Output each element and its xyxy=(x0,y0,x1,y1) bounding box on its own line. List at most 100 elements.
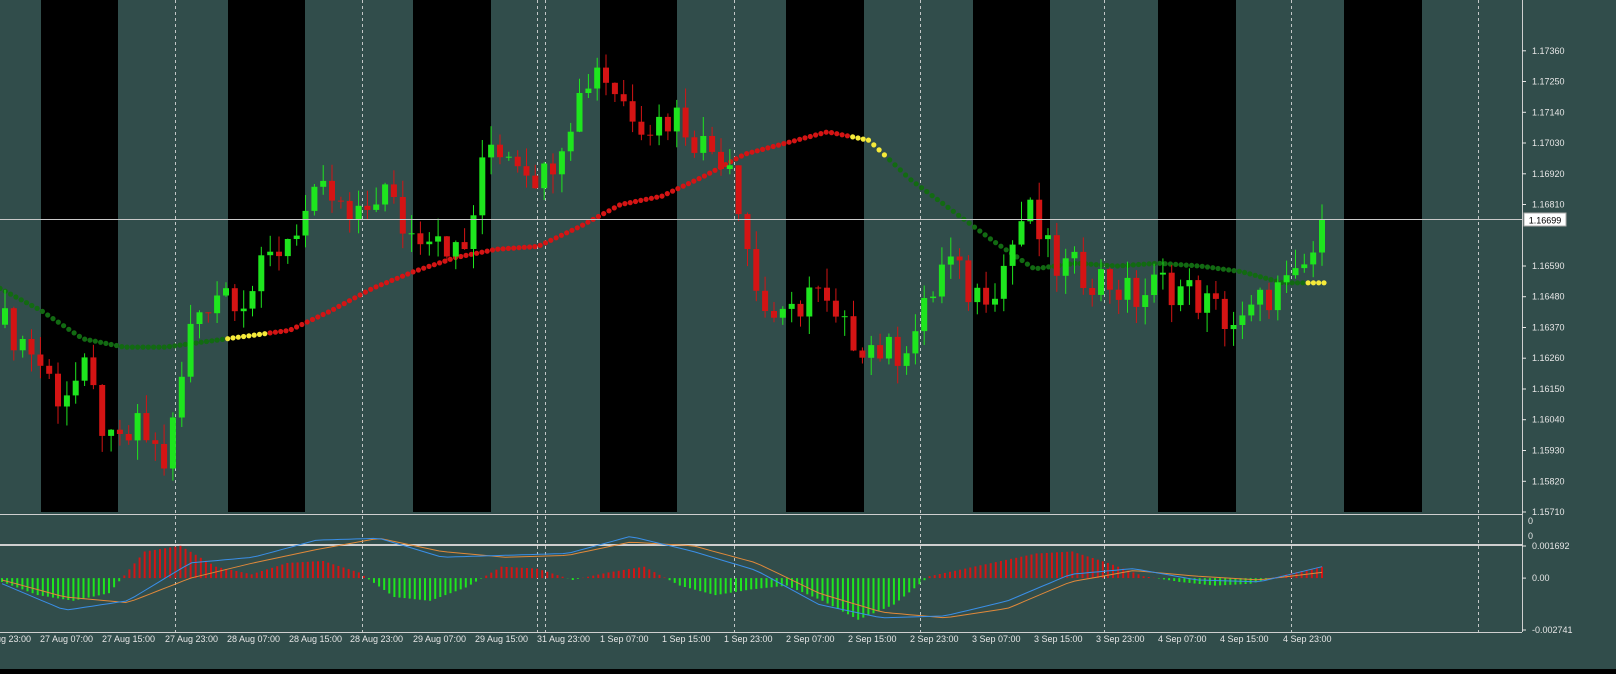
ma-dot xyxy=(733,156,739,162)
ma-dot xyxy=(940,200,946,206)
subwindow-label-top: 0 xyxy=(1528,516,1533,526)
chart-canvas[interactable]: 1.17360 1.17250 1.17140 1.17030 1.16920 1.168… xyxy=(0,0,1616,669)
candle[interactable] xyxy=(735,165,742,222)
candle-body xyxy=(558,151,565,175)
candle-body xyxy=(81,357,88,381)
ma-dot xyxy=(828,130,835,136)
candle-body xyxy=(735,165,742,215)
ma-dot xyxy=(1252,272,1258,278)
candle-body xyxy=(90,357,97,386)
candle-body xyxy=(1230,325,1237,330)
candle-body xyxy=(276,251,282,257)
ma-dot xyxy=(336,303,342,309)
ma-dot xyxy=(1268,277,1274,283)
time-tick-label: 27 Aug 15:00 xyxy=(102,634,155,644)
candle-body xyxy=(143,413,150,441)
ma-dot xyxy=(198,339,204,345)
ma-dot xyxy=(421,265,427,271)
ma-dot xyxy=(670,188,676,194)
candle-body xyxy=(46,365,53,374)
time-tick-label: 29 Aug 15:00 xyxy=(475,634,528,644)
ma-dot xyxy=(595,213,602,220)
ma-dot xyxy=(516,245,522,251)
candle[interactable] xyxy=(311,184,318,216)
ma-dot xyxy=(622,201,628,207)
candle-body xyxy=(815,287,822,289)
ma-dot xyxy=(1030,265,1036,271)
candle-body xyxy=(611,82,618,95)
candle-body xyxy=(452,242,459,257)
candle-body xyxy=(983,287,990,305)
candle-body xyxy=(541,163,548,189)
ma-dot xyxy=(659,193,665,199)
ma-dot xyxy=(304,319,310,325)
ma-dot xyxy=(341,301,347,307)
ma-dot xyxy=(1215,265,1221,272)
ma-dot xyxy=(834,131,840,137)
candle-body xyxy=(152,440,159,444)
candle-body xyxy=(443,236,450,257)
ma-dot xyxy=(1157,260,1163,266)
ma-dot xyxy=(352,295,358,301)
ma-dot xyxy=(426,263,432,269)
candle-body xyxy=(2,308,8,325)
ma-dot xyxy=(241,333,247,340)
ma-dot xyxy=(1310,280,1316,286)
candle-body xyxy=(258,255,265,292)
candle-body xyxy=(1319,219,1325,253)
ma-dot xyxy=(1136,261,1142,268)
ma-dot xyxy=(786,139,792,145)
ma-dot xyxy=(251,332,257,338)
subwindow-label-bottom: 0 xyxy=(1528,531,1533,541)
ma-dot xyxy=(1146,261,1152,267)
candle-body xyxy=(63,395,70,407)
ma-dot xyxy=(1226,267,1232,273)
price-tick-label: 1.16370 xyxy=(1532,323,1565,333)
ma-dot xyxy=(781,141,787,147)
candle-body xyxy=(214,295,221,314)
ma-dot xyxy=(235,334,241,340)
candle-body xyxy=(726,165,733,169)
candle-body xyxy=(373,204,380,210)
candle-body xyxy=(824,287,830,301)
ma-dot xyxy=(913,181,919,187)
time-tick-label: 3 Sep 07:00 xyxy=(972,634,1021,644)
ma-dot xyxy=(929,193,935,199)
time-tick-label: 3 Sep 23:00 xyxy=(1096,634,1145,644)
time-tick-label: 4 Sep 23:00 xyxy=(1283,634,1332,644)
ma-dot xyxy=(527,244,533,250)
candle-body xyxy=(797,303,804,317)
candle-body xyxy=(28,339,35,355)
candle-body xyxy=(567,131,574,152)
ma-dot xyxy=(770,143,776,150)
candle-body xyxy=(1159,272,1166,275)
candle[interactable] xyxy=(1195,275,1202,320)
ma-dot xyxy=(1210,265,1216,271)
ma-dot xyxy=(802,135,808,141)
ma-dot xyxy=(754,148,760,154)
ma-dot xyxy=(1093,262,1099,268)
ma-dot xyxy=(1316,280,1322,286)
ma-dot xyxy=(987,236,994,242)
candle-body xyxy=(691,137,698,153)
candle-body xyxy=(1089,288,1096,295)
ma-dot xyxy=(384,280,390,286)
ma-dot xyxy=(1040,265,1046,271)
macd-tick-label: 0.001692 xyxy=(1532,541,1570,551)
ma-dot xyxy=(45,312,51,318)
ma-dot xyxy=(532,244,538,250)
ma-dot xyxy=(458,253,464,260)
time-tick-label: 2 Sep 07:00 xyxy=(786,634,835,644)
candle-body xyxy=(178,376,185,418)
time-tick-label: 29 Aug 07:00 xyxy=(413,634,466,644)
candle-body xyxy=(346,200,353,220)
ma-dot xyxy=(1321,280,1327,286)
candle-body xyxy=(974,287,981,303)
trading-chart[interactable]: 1.17360 1.17250 1.17140 1.17030 1.16920 1.168… xyxy=(0,0,1616,669)
ma-dot xyxy=(648,195,655,201)
ma-dot xyxy=(791,138,798,144)
price-tick-label: 1.15930 xyxy=(1532,446,1565,456)
ma-dot xyxy=(924,189,930,195)
ma-dot xyxy=(542,240,549,246)
candle-body xyxy=(594,67,601,89)
